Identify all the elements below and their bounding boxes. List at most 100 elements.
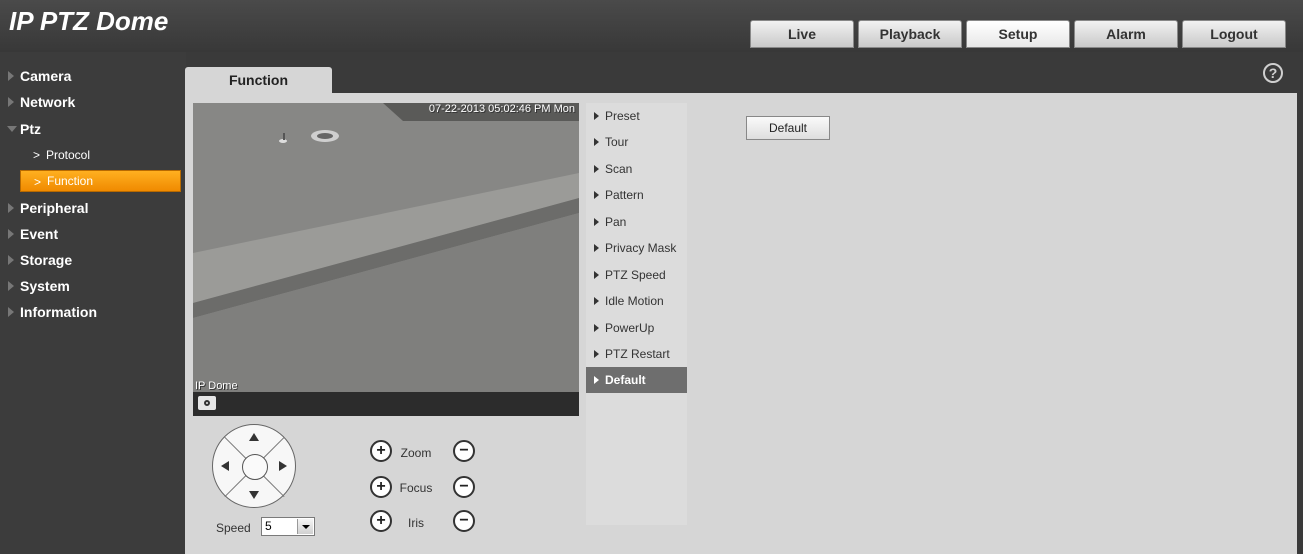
sidebar-item-ptz[interactable]: Ptz: [7, 117, 41, 141]
tab-playback[interactable]: Playback: [858, 20, 962, 48]
sidebar-item-label: Information: [20, 304, 97, 320]
iris-close-button[interactable]: −: [453, 510, 475, 532]
osd-timestamp: 07-22-2013 05:02:46 PM Mon: [428, 103, 575, 115]
menu-item-ptz-restart[interactable]: PTZ Restart: [586, 341, 687, 367]
menu-item-label: Idle Motion: [605, 294, 664, 308]
menu-item-label: Privacy Mask: [605, 241, 677, 255]
focus-label: Focus: [399, 481, 433, 495]
menu-item-privacy-mask[interactable]: Privacy Mask: [586, 235, 687, 261]
menu-item-powerup[interactable]: PowerUp: [586, 315, 687, 341]
iris-open-button[interactable]: +: [370, 510, 392, 532]
sidebar-item-peripheral[interactable]: Peripheral: [8, 196, 89, 220]
sidebar-item-label: Function: [47, 174, 94, 188]
collapsed-arrow-icon: [8, 71, 14, 81]
iris-label: Iris: [408, 516, 424, 530]
snapshot-camera-icon[interactable]: [198, 396, 216, 410]
arrow-right-icon: [594, 112, 599, 120]
sidebar-item-label: Protocol: [46, 148, 91, 162]
sidebar-item-function[interactable]: > Function: [20, 170, 181, 192]
chevron-right-icon: >: [34, 175, 42, 189]
menu-item-pattern[interactable]: Pattern: [586, 182, 687, 208]
menu-item-label: Scan: [605, 162, 633, 176]
sidebar-item-label: Peripheral: [20, 200, 89, 216]
sidebar-item-event[interactable]: Event: [8, 222, 59, 246]
sidebar-item-information[interactable]: Information: [8, 300, 97, 324]
tab-function[interactable]: Function: [185, 67, 332, 93]
menu-item-preset[interactable]: Preset: [586, 103, 687, 129]
sidebar-item-storage[interactable]: Storage: [8, 248, 73, 272]
collapsed-arrow-icon: [8, 203, 14, 213]
focus-out-button[interactable]: −: [453, 476, 475, 498]
menu-item-label: PTZ Speed: [605, 268, 666, 282]
arrow-right-icon: [594, 165, 599, 173]
zoom-in-button[interactable]: +: [370, 440, 392, 462]
default-button[interactable]: Default: [746, 116, 830, 140]
camera-feed-image: [193, 103, 579, 392]
menu-item-label: Pan: [605, 215, 627, 229]
sidebar-item-label: Event: [20, 226, 59, 242]
speed-value: 5: [265, 519, 272, 533]
focus-in-button[interactable]: +: [370, 476, 392, 498]
arrow-right-icon: [594, 271, 599, 279]
menu-item-pan[interactable]: Pan: [586, 209, 687, 235]
menu-item-label: PowerUp: [605, 321, 655, 335]
header: IP PTZ Dome Live Playback Setup Alarm Lo…: [0, 0, 1303, 52]
video-toolbar: [193, 392, 579, 416]
sidebar: Camera Network Ptz > Protocol > Function P…: [0, 52, 186, 554]
pan-right-icon[interactable]: [279, 461, 287, 471]
osd-channel-name: IP Dome: [195, 380, 238, 392]
pan-down-icon[interactable]: [249, 491, 259, 499]
arrow-right-icon: [594, 218, 599, 226]
menu-item-label: Default: [605, 373, 646, 387]
arrow-right-icon: [594, 244, 599, 252]
video-preview: 07-22-2013 05:02:46 PM Mon IP Dome: [193, 103, 579, 392]
menu-item-tour[interactable]: Tour: [586, 129, 687, 155]
chevron-right-icon: >: [33, 148, 41, 162]
menu-item-ptz-speed[interactable]: PTZ Speed: [586, 262, 687, 288]
speed-label: Speed: [216, 521, 251, 535]
sidebar-item-camera[interactable]: Camera: [8, 64, 72, 88]
sidebar-item-network[interactable]: Network: [8, 90, 76, 114]
pan-left-icon[interactable]: [221, 461, 229, 471]
arrow-right-icon: [594, 191, 599, 199]
arrow-right-icon: [594, 350, 599, 358]
menu-item-default[interactable]: Default: [586, 367, 687, 393]
app-logo: IP PTZ Dome: [9, 6, 169, 36]
menu-item-label: Pattern: [605, 188, 644, 202]
collapsed-arrow-icon: [8, 307, 14, 317]
zoom-out-button[interactable]: −: [453, 440, 475, 462]
tab-setup[interactable]: Setup: [966, 20, 1070, 48]
zoom-label: Zoom: [400, 446, 432, 460]
help-icon[interactable]: ?: [1263, 63, 1283, 83]
sidebar-item-system[interactable]: System: [8, 274, 70, 298]
speed-select[interactable]: 5: [261, 517, 315, 536]
chevron-down-icon: [297, 519, 313, 534]
sidebar-item-label: Ptz: [20, 121, 41, 137]
tab-live[interactable]: Live: [750, 20, 854, 48]
menu-item-label: Preset: [605, 109, 640, 123]
tab-logout[interactable]: Logout: [1182, 20, 1286, 48]
auto-pan-button[interactable]: [242, 454, 268, 480]
collapsed-arrow-icon: [8, 229, 14, 239]
sidebar-item-label: System: [20, 278, 70, 294]
tab-alarm[interactable]: Alarm: [1074, 20, 1178, 48]
menu-item-label: PTZ Restart: [605, 347, 670, 361]
arrow-right-icon: [594, 138, 599, 146]
function-menu: Preset Tour Scan Pattern Pan Privacy Mas…: [586, 103, 687, 525]
sidebar-item-label: Storage: [20, 252, 73, 268]
sidebar-item-label: Camera: [20, 68, 72, 84]
arrow-right-icon: [594, 376, 599, 384]
expanded-arrow-icon: [7, 126, 17, 132]
pan-up-icon[interactable]: [249, 433, 259, 441]
collapsed-arrow-icon: [8, 97, 14, 107]
main-nav: Live Playback Setup Alarm Logout: [750, 20, 1290, 48]
sidebar-item-protocol[interactable]: > Protocol: [20, 144, 181, 166]
ptz-direction-pad: [212, 424, 296, 508]
arrow-right-icon: [594, 297, 599, 305]
menu-item-scan[interactable]: Scan: [586, 156, 687, 182]
arrow-right-icon: [594, 324, 599, 332]
collapsed-arrow-icon: [8, 255, 14, 265]
collapsed-arrow-icon: [8, 281, 14, 291]
menu-item-idle-motion[interactable]: Idle Motion: [586, 288, 687, 314]
sidebar-item-label: Network: [20, 94, 76, 110]
